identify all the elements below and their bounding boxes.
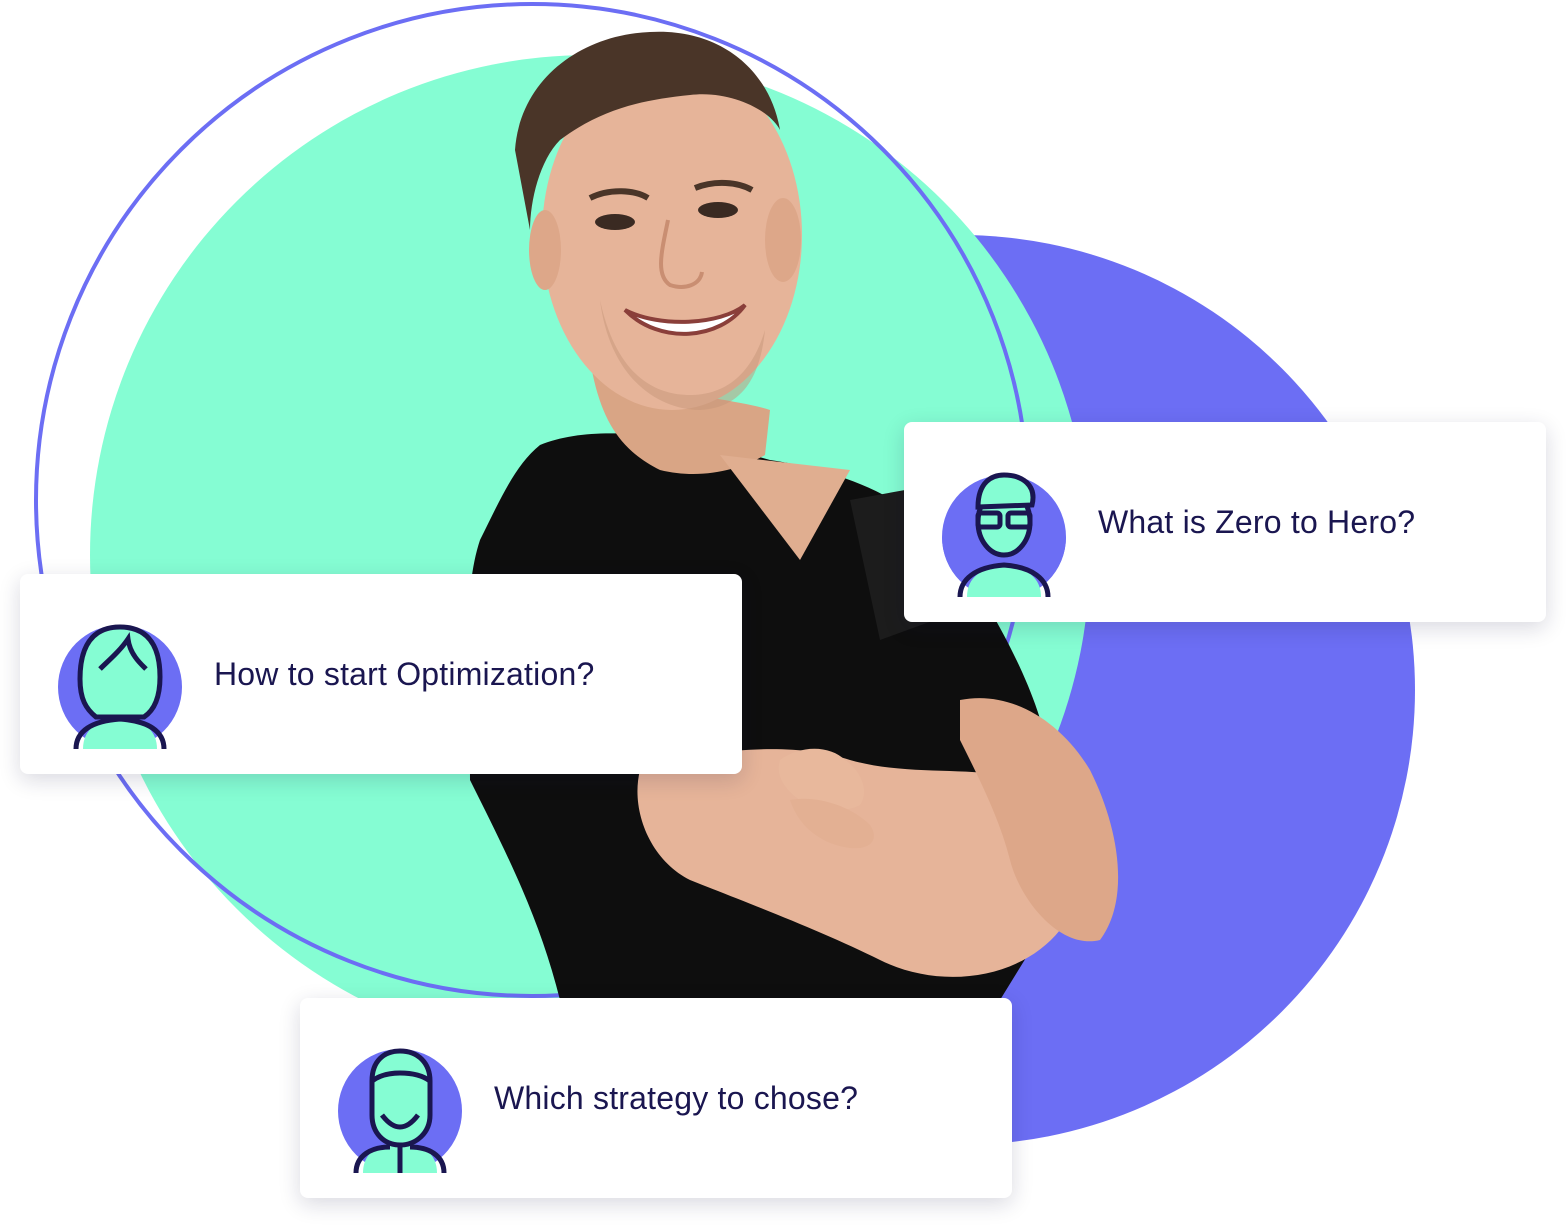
question-text: What is Zero to Hero? <box>1098 503 1416 540</box>
question-card-zero-to-hero[interactable]: What is Zero to Hero? <box>904 422 1546 622</box>
man-with-glasses-icon <box>942 447 1066 597</box>
question-text: Which strategy to chose? <box>494 1079 859 1116</box>
question-card-strategy[interactable]: Which strategy to chose? <box>300 998 1012 1198</box>
question-text: How to start Optimization? <box>214 655 595 692</box>
woman-icon <box>58 599 182 749</box>
man-with-beard-icon <box>338 1023 462 1173</box>
question-card-optimization[interactable]: How to start Optimization? <box>20 574 742 774</box>
